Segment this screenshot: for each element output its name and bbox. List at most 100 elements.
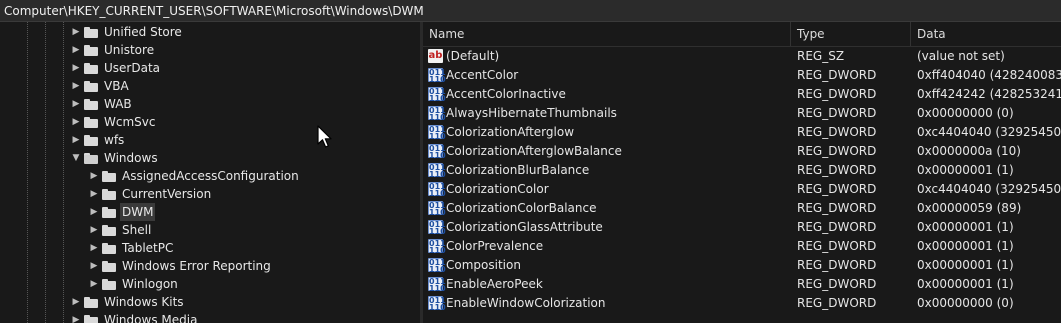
folder-icon bbox=[84, 62, 98, 74]
values-list[interactable]: Name Type Data ab (Default) REG_SZ (value n… bbox=[423, 22, 1061, 323]
value-type: REG_DWORD bbox=[797, 68, 877, 82]
collapsed-arrow-icon[interactable]: ▶ bbox=[70, 59, 82, 77]
folder-icon bbox=[84, 134, 98, 146]
collapsed-arrow-icon[interactable]: ▶ bbox=[88, 221, 100, 239]
column-header-data[interactable]: Data bbox=[911, 22, 1061, 46]
registry-tree[interactable]: ▶ Unified Store ▶ Unistore ▶ UserData ▶ VBA ▶ WAB… bbox=[0, 22, 420, 323]
tree-node[interactable]: ▶ TabletPC bbox=[88, 239, 175, 257]
value-row[interactable]: 011 110 AccentColor REG_DWORD 0xff404040 (4… bbox=[423, 66, 1061, 85]
value-name: ColorizationColor bbox=[446, 182, 549, 196]
value-type: REG_DWORD bbox=[797, 87, 877, 101]
value-type: REG_DWORD bbox=[797, 163, 877, 177]
tree-node[interactable]: ▶ Winlogon bbox=[88, 275, 180, 293]
tree-node[interactable]: ▼ Windows bbox=[70, 149, 160, 167]
collapsed-arrow-icon[interactable]: ▶ bbox=[70, 113, 82, 131]
expanded-arrow-icon[interactable]: ▼ bbox=[70, 149, 82, 167]
value-data: 0xff424242 (4282532418) bbox=[917, 87, 1061, 101]
tree-node-label: VBA bbox=[104, 79, 129, 93]
collapsed-arrow-icon[interactable]: ▶ bbox=[88, 167, 100, 185]
folder-icon bbox=[84, 152, 98, 164]
address-bar[interactable]: Computer\HKEY_CURRENT_USER\SOFTWARE\Micr… bbox=[0, 0, 1061, 22]
binary-value-icon: 011 110 bbox=[428, 201, 446, 217]
column-header-type[interactable]: Type bbox=[791, 22, 911, 46]
tree-node-label: Windows Error Reporting bbox=[122, 259, 271, 273]
value-row[interactable]: ab (Default) REG_SZ (value not set) bbox=[423, 47, 1061, 66]
tree-node[interactable]: ▶ Shell bbox=[88, 221, 153, 239]
value-type: REG_DWORD bbox=[797, 182, 877, 196]
value-data: 0x00000001 (1) bbox=[917, 239, 1014, 253]
tree-node[interactable]: ▶ VBA bbox=[70, 77, 131, 95]
collapsed-arrow-icon[interactable]: ▶ bbox=[70, 23, 82, 41]
collapsed-arrow-icon[interactable]: ▶ bbox=[88, 257, 100, 275]
value-row[interactable]: 011 110 AlwaysHibernateThumbnails REG_DWOR… bbox=[423, 104, 1061, 123]
collapsed-arrow-icon[interactable]: ▶ bbox=[70, 95, 82, 113]
tree-node-label: WAB bbox=[104, 97, 132, 111]
tree-node[interactable]: ▶ wfs bbox=[70, 131, 126, 149]
tree-node[interactable]: ▶ DWM bbox=[88, 203, 156, 221]
value-data: 0x00000001 (1) bbox=[917, 163, 1014, 177]
tree-node-label: Shell bbox=[122, 223, 152, 237]
value-row[interactable]: 011 110 ColorPrevalence REG_DWORD 0x0000000… bbox=[423, 237, 1061, 256]
binary-value-icon: 011 110 bbox=[428, 125, 446, 141]
binary-value-icon: 011 110 bbox=[428, 296, 446, 312]
collapsed-arrow-icon[interactable]: ▶ bbox=[70, 77, 82, 95]
tree-node[interactable]: ▶ CurrentVersion bbox=[88, 185, 213, 203]
value-name: ColorPrevalence bbox=[446, 239, 544, 253]
tree-node-label: Windows Media bbox=[104, 313, 198, 323]
mouse-pointer-icon bbox=[317, 125, 332, 148]
value-row[interactable]: 011 110 EnableAeroPeek REG_DWORD 0x00000001… bbox=[423, 275, 1061, 294]
value-row[interactable]: 011 110 ColorizationBlurBalance REG_DWORD 0… bbox=[423, 161, 1061, 180]
collapsed-arrow-icon[interactable]: ▶ bbox=[88, 239, 100, 257]
tree-node[interactable]: ▶ WAB bbox=[70, 95, 134, 113]
value-data: 0x00000001 (1) bbox=[917, 258, 1014, 272]
tree-node[interactable]: ▶ Unistore bbox=[70, 41, 156, 59]
tree-node-label: UserData bbox=[104, 61, 161, 75]
value-type: REG_DWORD bbox=[797, 220, 877, 234]
collapsed-arrow-icon[interactable]: ▶ bbox=[70, 293, 82, 311]
value-name: ColorizationAfterglow bbox=[446, 125, 575, 139]
tree-node[interactable]: ▶ UserData bbox=[70, 59, 162, 77]
value-data: (value not set) bbox=[917, 49, 1005, 63]
folder-icon bbox=[102, 170, 116, 182]
collapsed-arrow-icon[interactable]: ▶ bbox=[88, 203, 100, 221]
collapsed-arrow-icon[interactable]: ▶ bbox=[70, 311, 82, 323]
value-name: EnableAeroPeek bbox=[446, 277, 543, 291]
folder-icon bbox=[102, 188, 116, 200]
value-row[interactable]: 011 110 EnableWindowColorization REG_DWORD… bbox=[423, 294, 1061, 313]
column-header-name[interactable]: Name bbox=[423, 22, 791, 46]
tree-node-label: Unified Store bbox=[104, 25, 182, 39]
tree-guide-line bbox=[63, 22, 64, 323]
collapsed-arrow-icon[interactable]: ▶ bbox=[70, 131, 82, 149]
value-row[interactable]: 011 110 Composition REG_DWORD 0x00000001 (1… bbox=[423, 256, 1061, 275]
value-data: 0x00000001 (1) bbox=[917, 220, 1014, 234]
value-row[interactable]: 011 110 ColorizationColorBalance REG_DWORD… bbox=[423, 199, 1061, 218]
list-header: Name Type Data bbox=[423, 22, 1061, 47]
tree-node[interactable]: ▶ Windows Kits bbox=[70, 293, 186, 311]
tree-node[interactable]: ▶ Windows Error Reporting bbox=[88, 257, 273, 275]
value-name: ColorizationAfterglowBalance bbox=[446, 144, 622, 158]
collapsed-arrow-icon[interactable]: ▶ bbox=[70, 41, 82, 59]
tree-node[interactable]: ▶ Unified Store bbox=[70, 23, 184, 41]
value-row[interactable]: 011 110 ColorizationGlassAttribute REG_DWO… bbox=[423, 218, 1061, 237]
tree-node[interactable]: ▶ AssignedAccessConfiguration bbox=[88, 167, 301, 185]
binary-value-icon: 011 110 bbox=[428, 258, 446, 274]
collapsed-arrow-icon[interactable]: ▶ bbox=[88, 185, 100, 203]
tree-node[interactable]: ▶ Windows Media bbox=[70, 311, 199, 323]
value-type: REG_DWORD bbox=[797, 144, 877, 158]
value-row[interactable]: 011 110 ColorizationAfterglowBalance REG_D… bbox=[423, 142, 1061, 161]
tree-node-label: CurrentVersion bbox=[122, 187, 212, 201]
tree-guide-line bbox=[45, 22, 46, 323]
tree-node[interactable]: ▶ WcmSvc bbox=[70, 113, 157, 131]
value-name: ColorizationColorBalance bbox=[446, 201, 597, 215]
collapsed-arrow-icon[interactable]: ▶ bbox=[88, 275, 100, 293]
value-row[interactable]: 011 110 ColorizationColor REG_DWORD 0xc4404… bbox=[423, 180, 1061, 199]
value-row[interactable]: 011 110 ColorizationAfterglow REG_DWORD 0xc… bbox=[423, 123, 1061, 142]
value-data: 0x00000059 (89) bbox=[917, 201, 1022, 215]
value-data: 0x00000000 (0) bbox=[917, 296, 1014, 310]
value-data: 0xff404040 (4282400832) bbox=[917, 68, 1061, 82]
value-row[interactable]: 011 110 AccentColorInactive REG_DWORD 0xff4… bbox=[423, 85, 1061, 104]
value-data: 0x0000000a (10) bbox=[917, 144, 1021, 158]
value-type: REG_DWORD bbox=[797, 239, 877, 253]
tree-node-label: WcmSvc bbox=[104, 115, 156, 129]
value-name: AccentColor bbox=[446, 68, 519, 82]
